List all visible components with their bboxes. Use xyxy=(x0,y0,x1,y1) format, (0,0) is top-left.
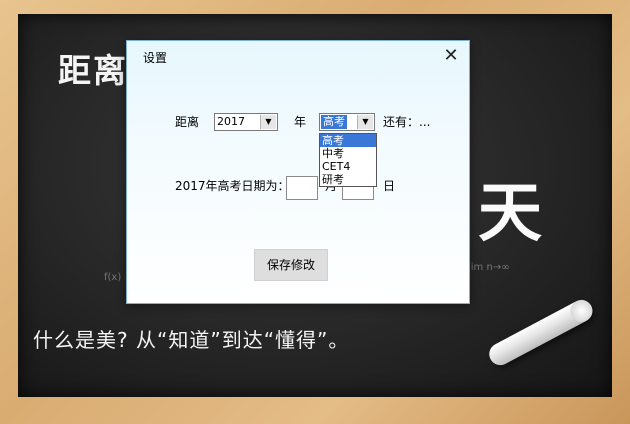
dropdown-option-cet4[interactable]: CET4 xyxy=(320,160,376,173)
exam-select-value: 高考 xyxy=(321,115,347,129)
distance-label: 距离 xyxy=(175,115,200,129)
dialog-title: 设置 xyxy=(143,51,168,65)
exam-dropdown-list: 高考 中考 CET4 研考 xyxy=(319,133,377,187)
board-title: 距离 xyxy=(58,51,128,90)
dropdown-option-gaokao[interactable]: 高考 xyxy=(320,134,376,147)
year-select-value: 2017 xyxy=(217,115,245,128)
chalk-stick xyxy=(485,296,597,370)
remaining-label: 还有：... xyxy=(383,115,431,129)
year-select[interactable]: 2017 ▼ xyxy=(214,113,278,131)
settings-dialog: 设置 ✕ 距离 2017 ▼ 年 高考 ▼ 还有：... 高考 中考 CET4 … xyxy=(126,40,470,304)
day-label: 日 xyxy=(383,179,396,193)
chevron-down-icon[interactable]: ▼ xyxy=(357,115,373,129)
exam-date-label: 2017年高考日期为： xyxy=(175,179,290,193)
chevron-down-icon[interactable]: ▼ xyxy=(260,115,276,129)
chalk-scribble-left: f(x) xyxy=(104,272,122,283)
days-unit-text: 天 xyxy=(478,177,542,251)
dropdown-option-yankao[interactable]: 研考 xyxy=(320,173,376,186)
quote-text: 什么是美? 从“知道”到达“懂得”。 xyxy=(33,328,350,352)
save-button[interactable]: 保存修改 xyxy=(254,249,328,281)
exam-select[interactable]: 高考 ▼ xyxy=(319,113,375,131)
dropdown-option-zhongkao[interactable]: 中考 xyxy=(320,147,376,160)
chalk-scribble-right: lim n→∞ xyxy=(468,262,510,273)
chalk-tip xyxy=(566,296,597,326)
month-input[interactable] xyxy=(286,176,318,200)
close-icon[interactable]: ✕ xyxy=(441,46,461,66)
year-label: 年 xyxy=(294,115,307,129)
